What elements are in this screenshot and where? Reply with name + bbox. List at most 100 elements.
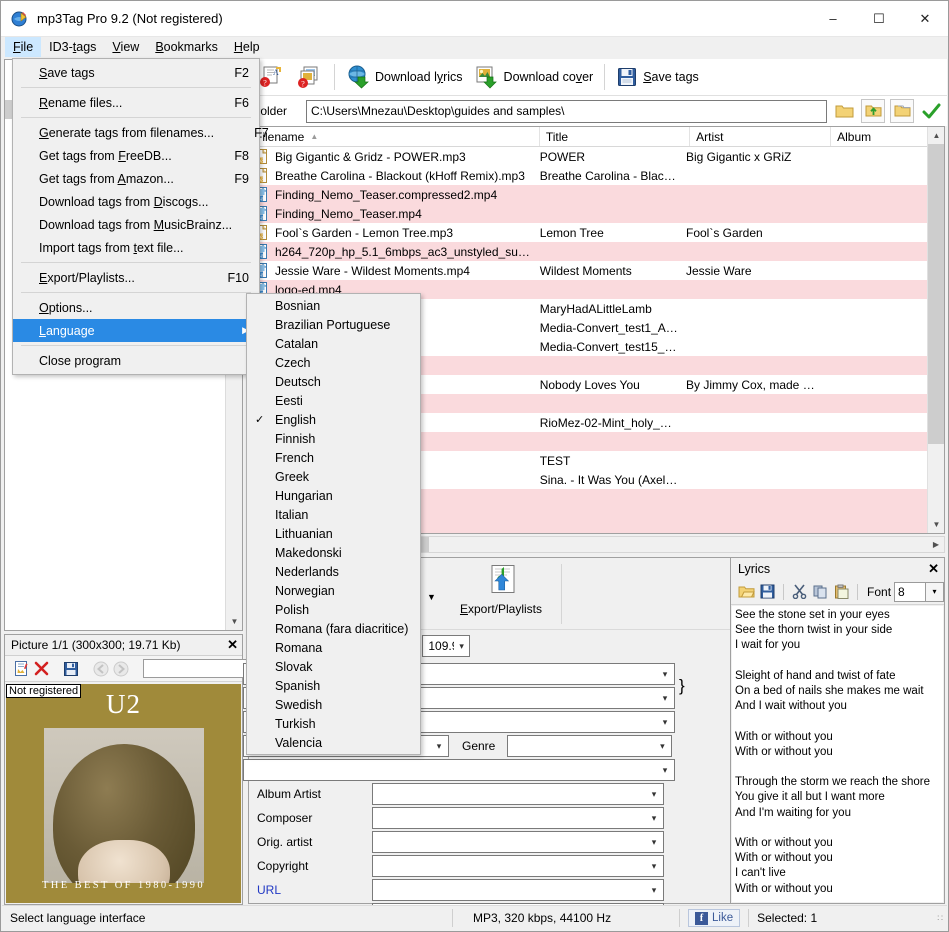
lyrics-close-icon[interactable]: ✕ — [928, 561, 939, 577]
paste-icon[interactable] — [833, 581, 851, 603]
language-menu-item[interactable]: Polish — [247, 600, 420, 619]
file-row[interactable]: mp3Big Gigantic & Gridz - POWER.mp3POWER… — [249, 147, 927, 166]
language-menu-item[interactable]: ✓ English — [247, 410, 420, 429]
file-menu-popup[interactable]: Save tags F2 Rename files... F6 Generate tag… — [12, 58, 269, 375]
file-menu-item[interactable]: Get tags from FreeDB... F8 — [13, 144, 259, 167]
folder-path-input[interactable] — [306, 99, 827, 123]
language-menu-item[interactable]: Valencia — [247, 733, 420, 752]
apply-folder-icon[interactable] — [919, 99, 943, 123]
lyrics-font-size-input[interactable]: 8 — [894, 581, 927, 602]
previous-picture-icon[interactable] — [93, 658, 109, 680]
file-row[interactable]: m4aFinding_Nemo_Teaser.compressed2.mp4 — [249, 185, 927, 204]
language-menu-item[interactable]: Turkish — [247, 714, 420, 733]
file-menu-item[interactable]: Download tags from Discogs... — [13, 190, 259, 213]
chevron-down-icon[interactable]: ▾ — [645, 813, 663, 824]
file-menu-item[interactable]: Rename files... F6 — [13, 91, 259, 114]
parent-folder-icon[interactable] — [861, 99, 885, 123]
more-actions-caret-icon[interactable]: ▼ — [427, 592, 436, 602]
comment-combo[interactable]: ▾ — [243, 759, 675, 781]
file-list-scroll-down-arrow[interactable]: ▼ — [928, 516, 944, 533]
open-lyrics-icon[interactable] — [737, 581, 755, 603]
file-list-vertical-scrollbar[interactable]: ▲ ▼ — [927, 127, 944, 533]
file-list-header[interactable]: Filename ▲ Title Artist Album — [249, 127, 944, 147]
file-menu-item[interactable]: Export/Playlists... F10 — [13, 266, 259, 289]
tag-field-combo[interactable]: ▾ — [372, 807, 664, 829]
file-menu-item[interactable]: Import tags from text file... — [13, 236, 259, 259]
menu-view[interactable]: View — [104, 37, 147, 57]
language-menu-item[interactable]: Norwegian — [247, 581, 420, 600]
next-picture-icon[interactable] — [113, 658, 129, 680]
file-menu-item[interactable]: Language ▶ — [13, 319, 259, 342]
language-menu-item[interactable]: Greek — [247, 467, 420, 486]
menu-help[interactable]: Help — [226, 37, 268, 57]
file-list-scroll-up-arrow[interactable]: ▲ — [928, 127, 944, 144]
menu-bookmarks[interactable]: Bookmarks — [147, 37, 226, 57]
language-menu-item[interactable]: Swedish — [247, 695, 420, 714]
file-menu-item[interactable]: Generate tags from filenames... F7 — [13, 121, 269, 144]
chevron-down-icon[interactable]: ▾ — [645, 861, 663, 872]
chevron-down-icon[interactable]: ▾ — [645, 789, 663, 800]
tree-scroll-down-arrow[interactable]: ▼ — [226, 613, 242, 630]
facebook-like-button[interactable]: f Like — [680, 906, 748, 931]
cut-icon[interactable] — [790, 581, 808, 603]
bpm-combo[interactable]: 109.9 ▾ — [422, 635, 471, 657]
language-menu-item[interactable]: Hungarian — [247, 486, 420, 505]
file-row[interactable]: mp3Breathe Carolina - Blackout (kHoff Re… — [249, 166, 927, 185]
tag-field-combo[interactable]: ▾ — [372, 879, 664, 901]
file-row[interactable]: m4ah264_720p_hp_5.1_6mbps_ac3_unstyled_s… — [249, 242, 927, 261]
export-playlists-button[interactable]: Export/Playlists — [449, 564, 553, 616]
download-covers-button[interactable]: ? — [291, 61, 329, 93]
column-header[interactable]: Filename ▲ — [249, 127, 540, 146]
download-cover-button[interactable]: Download cover — [469, 61, 600, 93]
menu-id3-tags[interactable]: ID3-tags — [41, 37, 104, 57]
browse-folder-icon[interactable] — [832, 99, 856, 123]
language-menu-item[interactable]: Lithuanian — [247, 524, 420, 543]
save-lyrics-icon[interactable] — [758, 581, 776, 603]
file-menu-item[interactable]: Get tags from Amazon... F9 — [13, 167, 259, 190]
resize-grip-icon[interactable]: ∷ — [937, 913, 944, 924]
chevron-down-icon[interactable]: ▾ — [645, 837, 663, 848]
language-menu-item[interactable]: Brazilian Portuguese — [247, 315, 420, 334]
column-header[interactable]: Title — [540, 127, 691, 146]
language-menu-item[interactable]: Bosnian — [247, 296, 420, 315]
download-lyrics-button[interactable]: Download lyrics — [340, 61, 469, 93]
menu-file[interactable]: File — [5, 37, 42, 57]
column-header[interactable]: Artist — [690, 127, 832, 146]
language-menu-item[interactable]: Nederlands — [247, 562, 420, 581]
chevron-down-icon[interactable]: ▾ — [645, 885, 663, 896]
refresh-folder-icon[interactable] — [890, 99, 914, 123]
language-menu-item[interactable]: Eesti — [247, 391, 420, 410]
language-menu-item[interactable]: Romana — [247, 638, 420, 657]
file-menu-item[interactable]: Download tags from MusicBrainz... — [13, 213, 259, 236]
language-menu-item[interactable]: Spanish — [247, 676, 420, 695]
delete-picture-icon[interactable] — [34, 658, 49, 680]
tag-field-combo[interactable]: ▾ — [372, 783, 664, 805]
lyrics-font-size-caret-icon[interactable]: ▾ — [926, 581, 945, 602]
language-menu-item[interactable]: Catalan — [247, 334, 420, 353]
tag-field-combo[interactable]: ▾ — [372, 855, 664, 877]
genre-combo[interactable]: ▾ — [507, 735, 673, 757]
load-picture-icon[interactable] — [13, 658, 30, 680]
tag-field-combo[interactable]: ▾ — [372, 831, 664, 853]
maximize-button[interactable]: ☐ — [856, 1, 902, 37]
file-menu-item[interactable]: Close program — [13, 349, 259, 372]
lyrics-textarea[interactable]: See the stone set in your eyes See the t… — [732, 606, 943, 902]
save-tags-button[interactable]: Save tags — [610, 61, 705, 93]
hscroll-right-arrow[interactable]: ▶ — [928, 537, 944, 552]
picture-panel-close-icon[interactable]: ✕ — [227, 637, 238, 653]
file-row[interactable]: m4aFinding_Nemo_Teaser.mp4 — [249, 204, 927, 223]
language-menu-item[interactable]: Makedonski — [247, 543, 420, 562]
save-picture-icon[interactable] — [63, 658, 79, 680]
language-submenu-popup[interactable]: Bosnian Brazilian Portuguese Catalan Czech D… — [246, 293, 421, 755]
file-menu-item[interactable]: Save tags F2 — [13, 61, 259, 84]
copy-icon[interactable] — [811, 581, 829, 603]
language-menu-item[interactable]: Romana (fara diacritice) — [247, 619, 420, 638]
language-menu-item[interactable]: Italian — [247, 505, 420, 524]
file-menu-item[interactable]: Options... — [13, 296, 259, 319]
language-menu-item[interactable]: Slovak — [247, 657, 420, 676]
close-button[interactable]: ✕ — [902, 1, 948, 37]
language-menu-item[interactable]: Deutsch — [247, 372, 420, 391]
file-row[interactable]: m4aJessie Ware - Wildest Moments.mp4Wild… — [249, 261, 927, 280]
file-list-scroll-thumb[interactable] — [928, 144, 944, 444]
file-row[interactable]: mp3Fool`s Garden - Lemon Tree.mp3Lemon T… — [249, 223, 927, 242]
